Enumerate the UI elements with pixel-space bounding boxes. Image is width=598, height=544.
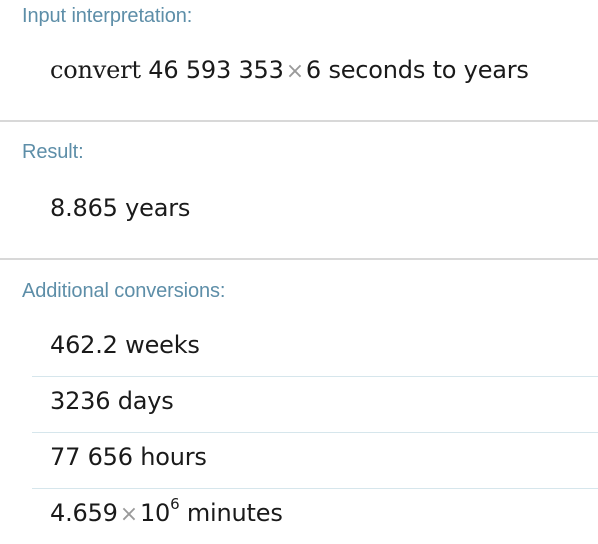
times-symbol: × (119, 502, 138, 527)
additional-conversions-title: Additional conversions: (22, 280, 226, 302)
power-exponent: 6 (170, 495, 180, 513)
row-divider (32, 488, 598, 489)
conversion-row: 3236 days (50, 387, 174, 415)
times-symbol: × (285, 59, 304, 84)
query-word: convert (50, 56, 141, 84)
row-divider (32, 376, 598, 377)
input-interpretation-pod: Input interpretation: convert 46 593 353… (0, 0, 598, 122)
result-pod: Result: 8.865 years (0, 122, 598, 258)
result-title: Result: (22, 141, 84, 163)
input-interpretation-value: convert 46 593 353×6 seconds to years (50, 56, 529, 84)
result-value: 8.865 years (50, 194, 191, 222)
power-base: 10 (139, 499, 171, 527)
query-rest: seconds to years (328, 56, 529, 84)
row-divider (32, 432, 598, 433)
input-interpretation-title: Input interpretation: (22, 5, 193, 27)
additional-conversions-pod: Additional conversions: 462.2 weeks 3236… (0, 260, 598, 544)
query-number: 46 593 353 (148, 56, 284, 84)
query-multiplier: 6 (305, 56, 321, 84)
unit: minutes (186, 499, 283, 527)
mantissa: 4.659 (50, 499, 118, 527)
conversion-row: 462.2 weeks (50, 331, 200, 359)
conversion-row: 77 656 hours (50, 443, 207, 471)
conversion-row: 4.659×106 minutes (50, 497, 283, 528)
